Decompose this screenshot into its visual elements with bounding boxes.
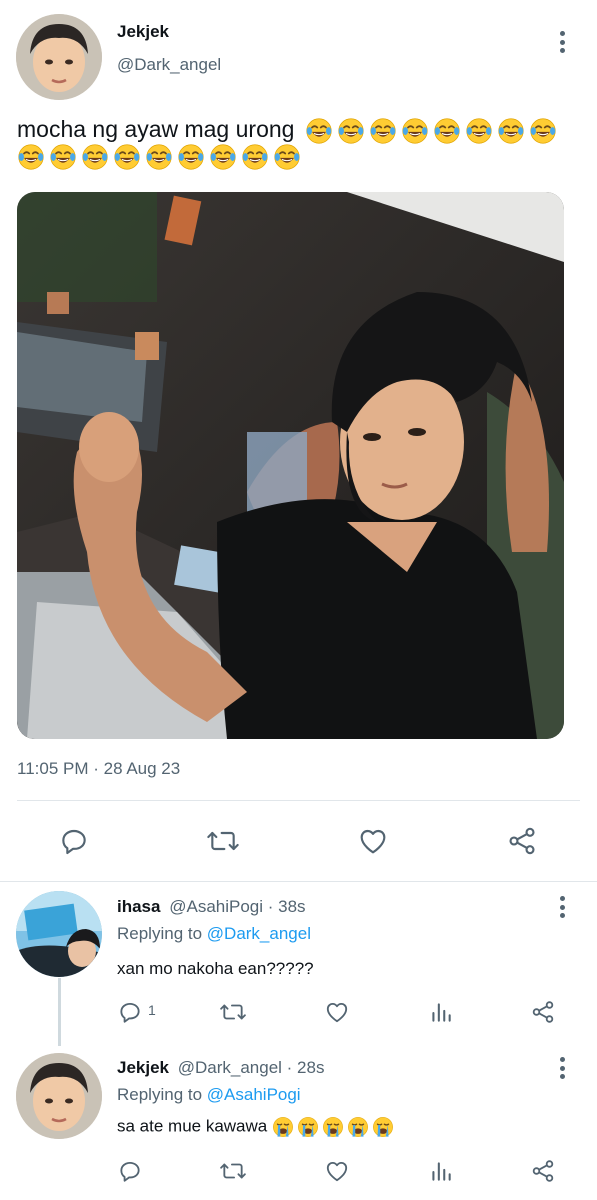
tears-of-joy-emoji-icon: [337, 117, 365, 145]
reply-author-name[interactable]: ihasa: [117, 897, 160, 916]
replying-to-handle[interactable]: @Dark_angel: [207, 924, 311, 943]
tweet-timestamp[interactable]: 11:05 PM · 28 Aug 23: [17, 759, 180, 779]
retweet-icon[interactable]: [217, 1157, 249, 1185]
author-handle[interactable]: @Dark_angel: [117, 55, 221, 75]
like-icon[interactable]: [323, 1157, 351, 1185]
tears-of-joy-emoji-icon: [241, 143, 269, 171]
more-icon[interactable]: [551, 1055, 573, 1081]
thread-line: [58, 978, 61, 1046]
reply-avatar[interactable]: [16, 1053, 102, 1139]
tears-of-joy-emoji-icon: [81, 143, 109, 171]
replying-to: Replying to @AsahiPogi: [117, 1085, 301, 1105]
tears-of-joy-emoji-icon: [497, 117, 525, 145]
tears-of-joy-emoji-icon: [49, 143, 77, 171]
tears-of-joy-emoji-icon: [209, 143, 237, 171]
reply-text: xan mo nakoha ean?????: [117, 959, 314, 978]
author-avatar[interactable]: [16, 14, 102, 100]
replying-to-label: Replying to: [117, 924, 207, 943]
divider: [17, 800, 580, 801]
timestamp-separator: ·: [88, 759, 104, 778]
share-icon[interactable]: [529, 998, 557, 1026]
tears-of-joy-emoji-icon: [369, 117, 397, 145]
like-icon[interactable]: [323, 998, 351, 1026]
replying-to: Replying to @Dark_angel: [117, 924, 311, 944]
loudly-crying-emoji-icon: [322, 1116, 344, 1138]
tears-of-joy-emoji-icon: [177, 143, 205, 171]
tweet-text: mocha ng ayaw mag urong: [17, 112, 587, 146]
replying-to-label: Replying to: [117, 1085, 207, 1104]
share-icon[interactable]: [505, 824, 539, 858]
tweet-time: 11:05 PM: [17, 759, 89, 778]
tweet-date: 28 Aug 23: [103, 759, 181, 778]
tweet-text-content: mocha ng ayaw mag urong: [17, 116, 295, 142]
retweet-icon[interactable]: [217, 998, 249, 1026]
reply-avatar[interactable]: [16, 891, 102, 977]
tears-of-joy-emoji-icon: [113, 143, 141, 171]
loudly-crying-emoji-icon: [272, 1116, 294, 1138]
reply-text: sa ate mue kawawa: [117, 1116, 397, 1138]
reply-author-handle[interactable]: @AsahiPogi: [169, 897, 263, 916]
more-icon[interactable]: [551, 894, 573, 920]
share-icon[interactable]: [529, 1157, 557, 1185]
tweet-emoji-line2: [17, 143, 305, 173]
loudly-crying-emoji-icon: [297, 1116, 319, 1138]
tweet-photo[interactable]: [17, 192, 564, 739]
reply-count: 1: [148, 1002, 156, 1018]
analytics-icon[interactable]: [427, 1157, 455, 1185]
like-icon[interactable]: [356, 824, 390, 858]
reply-header: Jekjek @Dark_angel · 28s: [117, 1058, 325, 1077]
tears-of-joy-emoji-icon: [145, 143, 173, 171]
reply-author-handle[interactable]: @Dark_angel: [178, 1058, 282, 1077]
reply-icon[interactable]: [57, 824, 91, 858]
tears-of-joy-emoji-icon: [401, 117, 429, 145]
reply-header: ihasa @AsahiPogi · 38s: [117, 897, 306, 916]
loudly-crying-emoji-icon: [347, 1116, 369, 1138]
tears-of-joy-emoji-icon: [305, 117, 333, 145]
author-name[interactable]: Jekjek: [117, 22, 169, 42]
reply-emojis: [272, 1116, 397, 1138]
loudly-crying-emoji-icon: [372, 1116, 394, 1138]
more-icon[interactable]: [551, 29, 573, 55]
retweet-icon[interactable]: [204, 824, 242, 858]
reply-author-name[interactable]: Jekjek: [117, 1058, 169, 1077]
reply-text-content: sa ate mue kawawa: [117, 1116, 268, 1136]
analytics-icon[interactable]: [427, 998, 455, 1026]
reply-age[interactable]: 28s: [297, 1058, 324, 1077]
reply-icon[interactable]: [116, 1157, 144, 1185]
tears-of-joy-emoji-icon: [529, 117, 557, 145]
replying-to-handle[interactable]: @AsahiPogi: [207, 1085, 301, 1104]
divider: [0, 881, 597, 882]
reply-icon[interactable]: [116, 998, 144, 1026]
tears-of-joy-emoji-icon: [433, 117, 461, 145]
reply-age[interactable]: 38s: [278, 897, 305, 916]
tears-of-joy-emoji-icon: [465, 117, 493, 145]
tears-of-joy-emoji-icon: [273, 143, 301, 171]
tears-of-joy-emoji-icon: [17, 143, 45, 171]
tweet-emoji-line1: [305, 112, 561, 146]
